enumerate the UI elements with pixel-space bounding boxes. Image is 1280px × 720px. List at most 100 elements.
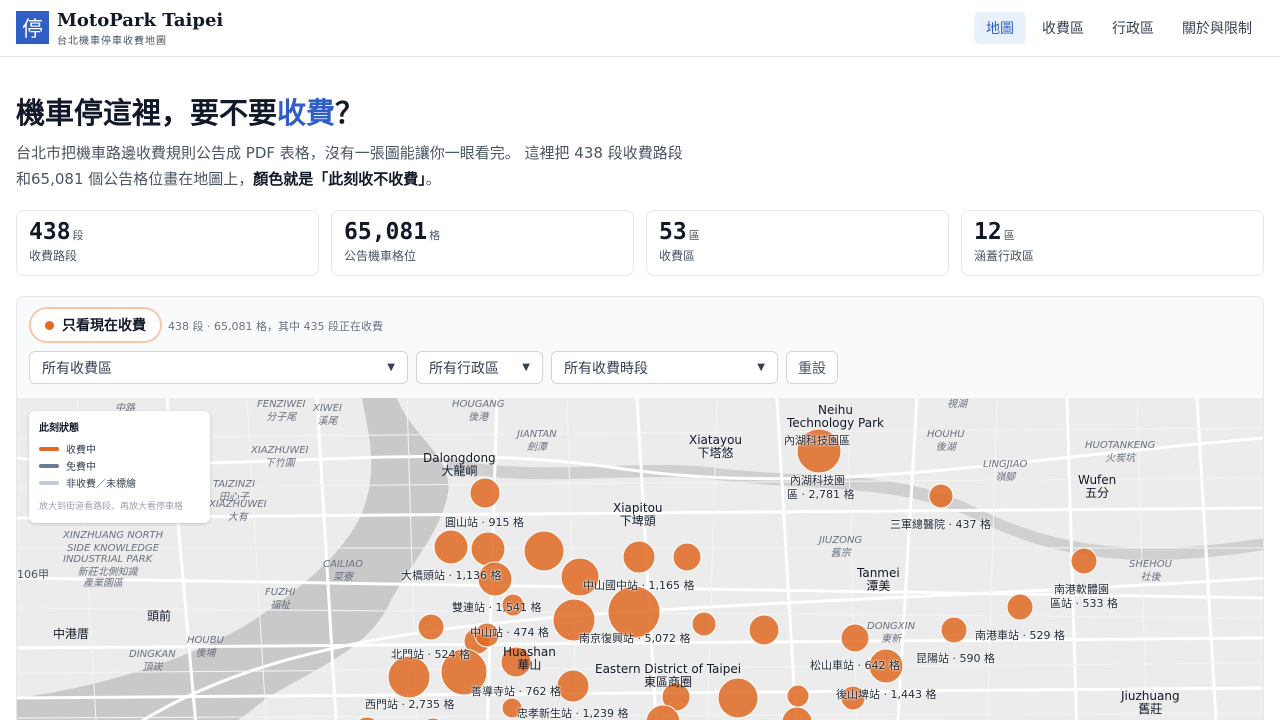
place-name: XINZHUANG NORTH [63, 530, 164, 541]
parking-bubble[interactable] [672, 542, 702, 572]
legend-item-uncharged: 非收費／未標繪 [39, 474, 200, 491]
parking-bubble[interactable] [523, 530, 565, 572]
place-name-sub: 溪尾 [317, 416, 338, 427]
page-title-accent: 收費 [277, 96, 336, 130]
parking-bubble[interactable] [691, 611, 717, 637]
place-name-sub: 劍潭 [526, 442, 547, 453]
parking-bubble[interactable] [470, 531, 506, 567]
page-description: 台北市把機車路邊收費規則公告成 PDF 表格，沒有一張圖能讓你一眼看完。 這裡把… [16, 140, 696, 192]
logo-icon[interactable]: 停 [16, 11, 49, 44]
place-name: 視湖 [947, 399, 967, 410]
legend-swatch [39, 480, 59, 485]
map-place-label: XIAZHUWEI 下竹圍 [251, 444, 309, 470]
legend-label: 收費中 [66, 445, 96, 456]
brand-title[interactable]: MotoPark Taipei [57, 10, 223, 31]
place-name-sub: 舊莊 [1138, 702, 1163, 716]
place-name: JIANTAN [517, 429, 557, 440]
parking-bubble[interactable] [1070, 547, 1098, 575]
station-label: 善導寺站 · 762 格 [471, 685, 561, 698]
place-name-sub: 分子尾 [266, 412, 297, 423]
parking-bubble[interactable] [556, 669, 590, 703]
station-label: 昆陽站 · 590 格 [916, 652, 995, 665]
map-place-label: LINGJIAO 嶺腳 [983, 458, 1027, 484]
station-label: 忠孝新生站 · 1,239 格 [517, 707, 629, 720]
place-name-sub: 舊宗 [830, 548, 851, 559]
district-select[interactable]: 所有行政區 ▼ [416, 351, 543, 384]
place-name-sub: 大龍峒 [441, 464, 478, 478]
legend-hint: 放大到街道看路段、再放大看停車格 [39, 502, 184, 512]
parking-bubble[interactable] [622, 540, 656, 574]
chevron-down-icon: ▼ [757, 362, 765, 373]
legend-swatch [39, 446, 59, 451]
place-name-sub: 下塔悠 [697, 446, 734, 460]
map-place-label: 視湖 [947, 398, 967, 411]
stat-card-districts: 12 區 涵蓋行政區 [961, 210, 1264, 276]
stat-label: 收費路段 [29, 249, 78, 263]
map-place-label: DONGXIN 東新 [867, 620, 915, 646]
map-canvas[interactable]: FENZIWEI 分子尾 XIWEI 溪尾 HOUGANG 後港 中路 Neihu Techno… [17, 398, 1263, 720]
parking-bubble[interactable] [1006, 593, 1034, 621]
map-place-label: HUOTANKENG 火炭坑 [1085, 439, 1155, 465]
stat-label: 公告機車格位 [344, 249, 417, 263]
map-place-label: HOUGANG 後港 [452, 398, 505, 424]
stat-unit: 區 [1003, 229, 1015, 242]
page-title-part-a: 機車停這裡，要不要 [16, 96, 278, 130]
main-nav: 地圖 收費區 行政區 關於與限制 [974, 12, 1264, 44]
parking-bubble[interactable] [786, 684, 810, 708]
place-name: CAILIAO [323, 559, 364, 570]
parking-bubble[interactable] [417, 613, 445, 641]
reset-button[interactable]: 重設 [786, 351, 838, 384]
stat-card-spaces: 65,081 格 公告機車格位 [331, 210, 634, 276]
parking-bubble[interactable] [387, 655, 431, 699]
map-place-label: Eastern District of Taipei 東區商圈 [595, 663, 741, 689]
top-bar: 停 MotoPark Taipei 台北機車停車收費地圖 地圖 收費區 行政區 … [0, 0, 1280, 57]
parking-bubble[interactable] [940, 616, 968, 644]
time-select[interactable]: 所有收費時段 ▼ [551, 351, 778, 384]
legend-title: 此刻狀態 [39, 423, 79, 434]
place-name-sub: 後港 [468, 412, 489, 423]
map-legend: 此刻狀態 收費中 免費中 非收費／未標繪 放大到街道看路段、再放大看停車格 [29, 411, 210, 523]
place-name-sub: 後埔 [195, 648, 216, 659]
nav-item-districts[interactable]: 行政區 [1100, 12, 1166, 44]
stat-card-segments: 438 段 收費路段 [16, 210, 319, 276]
parking-bubble[interactable] [469, 477, 501, 509]
place-name: XIWEI [313, 403, 342, 414]
map-place-label: Neihu Technology Park [787, 404, 884, 430]
place-name-sub: 社後 [1140, 572, 1161, 583]
place-name: HOUHU [927, 429, 965, 440]
place-name: FENZIWEI [257, 399, 306, 410]
map-place-label: FUZHI 福祉 [265, 586, 295, 612]
nav-item-about[interactable]: 關於與限制 [1170, 12, 1264, 44]
map-place-label: SHEHOU 社後 [1129, 558, 1172, 584]
legend-swatch [39, 463, 59, 468]
place-name-sub: 東區商圈 [644, 675, 693, 689]
stat-unit: 格 [429, 229, 441, 242]
station-label: 雙連站 · 1,541 格 [452, 601, 542, 614]
map-place-label: FENZIWEI 分子尾 [257, 398, 306, 424]
parking-bubble[interactable] [433, 529, 469, 565]
charging-now-toggle[interactable]: 只看現在收費 [29, 307, 162, 343]
place-name-sub: 後湖 [935, 442, 956, 453]
stat-number: 438 [29, 219, 71, 245]
map-place-label: Dalongdong 大龍峒 [423, 452, 496, 478]
nav-item-zones[interactable]: 收費區 [1030, 12, 1096, 44]
zone-select[interactable]: 所有收費區 ▼ [29, 351, 408, 384]
place-name: INDUSTRIAL PARK [63, 554, 153, 565]
brand-subtitle: 台北機車停車收費地圖 [57, 36, 167, 47]
place-name: XIAZHUWEI [251, 445, 309, 456]
parking-bubble[interactable] [840, 623, 870, 653]
place-name-sub: 下竹圍 [264, 458, 295, 469]
nav-item-map[interactable]: 地圖 [974, 12, 1026, 44]
place-name-sub: 潭美 [866, 579, 891, 593]
chevron-down-icon: ▼ [522, 362, 530, 373]
legend-label: 免費中 [66, 462, 96, 473]
place-name-sub: 田心子 [219, 492, 250, 503]
chevron-down-icon: ▼ [387, 362, 395, 373]
station-label: 中山站 · 474 格 [470, 626, 549, 639]
map-place-label: Jiuzhuang 舊莊 [1121, 690, 1180, 716]
map-place-label: INDUSTRIAL PARK 新莊北側知識 [63, 553, 152, 579]
parking-bubble[interactable] [748, 614, 780, 646]
parking-bubble[interactable] [928, 483, 954, 509]
place-name-sub: 東新 [881, 634, 902, 645]
parking-bubble[interactable] [781, 706, 813, 720]
